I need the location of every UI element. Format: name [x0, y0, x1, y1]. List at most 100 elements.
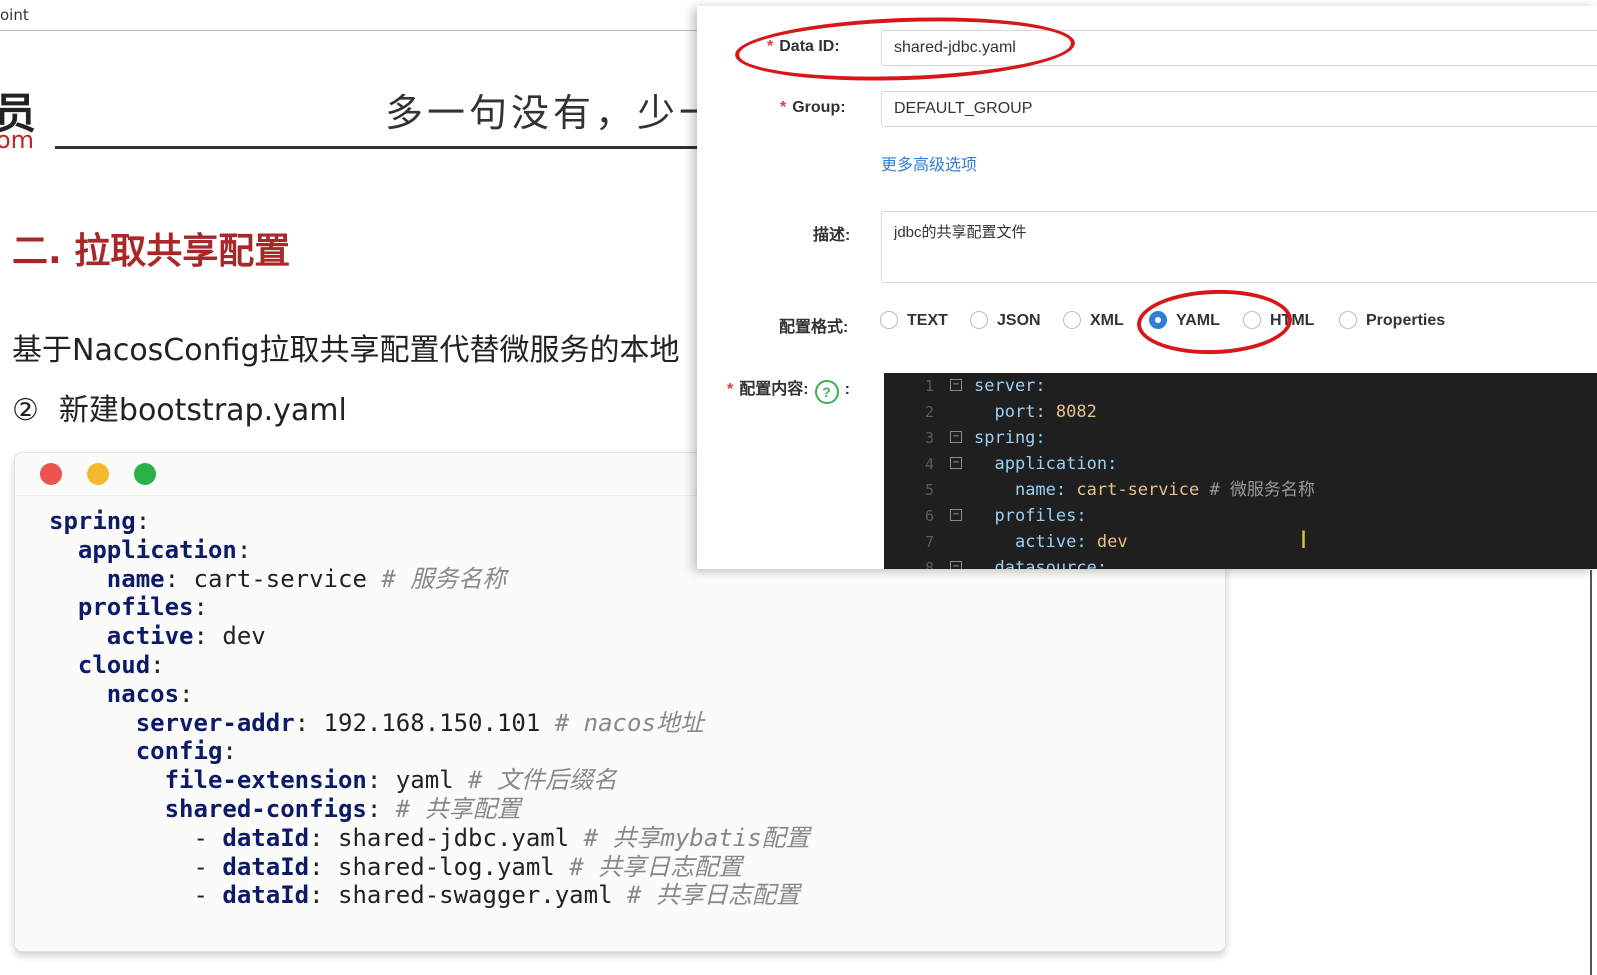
code-line: - dataId: shared-log.yaml # 共享日志配置 [49, 852, 743, 881]
code-line: application: [77, 535, 252, 564]
code-line: shared-configs: # 共享配置 [164, 794, 521, 823]
code-line: - dataId: shared-jdbc.yaml # 共享mybatis配置 [49, 823, 810, 852]
step-heading: ② 新建bootstrap.yaml [12, 385, 347, 429]
radio-circle-icon [880, 311, 898, 329]
code-key: application [77, 535, 237, 564]
description-textarea[interactable]: jdbc的共享配置文件 [881, 211, 1597, 283]
code-value: shared-log.yaml [323, 852, 570, 881]
code-key: profiles [77, 593, 194, 622]
help-icon[interactable]: ? [814, 380, 839, 404]
description-label: 描述: [813, 227, 851, 244]
step-number: ② [12, 393, 39, 428]
code-key: dataId [222, 881, 310, 910]
code-line: config: [135, 737, 237, 766]
config-content-editor[interactable]: 1− server: 2 port: 8082 3− spring: 4− applica… [884, 373, 1597, 569]
editor-line-number: 7 [924, 533, 934, 551]
fold-toggle-icon[interactable]: − [950, 379, 962, 391]
code-comment: # 共享mybatis配置 [583, 823, 810, 852]
editor-value: dev [1086, 532, 1128, 552]
code-key: active [106, 622, 194, 651]
editor-line: 5 name: cart-service # 微服务名称 [884, 477, 1597, 503]
code-value: shared-jdbc.yaml [323, 823, 584, 852]
editor-key: spring [974, 428, 1036, 448]
section-title: 二. 拉取共享配置 [12, 231, 291, 272]
fold-toggle-icon[interactable]: − [950, 431, 962, 443]
radio-circle-icon [970, 311, 988, 329]
app-title: oint [0, 6, 29, 24]
format-radio-properties[interactable]: Properties [1339, 311, 1445, 331]
editor-line: 8− datasource: [884, 555, 1597, 569]
editor-line-number: 2 [924, 403, 934, 421]
code-key: nacos [106, 679, 180, 708]
code-key: cloud [77, 650, 151, 679]
format-radio-xml[interactable]: XML [1063, 311, 1124, 331]
content-label: * 配置内容:?: [727, 375, 850, 404]
step-text: 新建bootstrap.yaml [58, 393, 347, 428]
top-divider [0, 30, 700, 31]
editor-line: 2 port: 8082 [884, 399, 1597, 425]
editor-key: server [974, 376, 1036, 396]
code-line: server-addr: 192.168.150.101 # nacos地址 [135, 708, 704, 737]
code-value: dev [207, 622, 266, 651]
editor-line: 6− profiles: [884, 503, 1597, 529]
editor-value: 8082 [1045, 402, 1097, 422]
code-key: spring [49, 507, 136, 535]
format-radio-text[interactable]: TEXT [880, 311, 948, 331]
editor-key: profiles [994, 506, 1077, 526]
code-key: server-addr [135, 708, 295, 737]
editor-key: port [994, 402, 1036, 422]
editor-line-number: 3 [924, 429, 934, 447]
code-value [381, 795, 395, 823]
editor-line: 1− server: [884, 373, 1597, 399]
code-value: shared-swagger.yaml [323, 881, 627, 910]
editor-line-number: 8 [924, 559, 934, 569]
logo-subtext: om [0, 126, 35, 154]
code-line: spring: [49, 507, 151, 535]
fold-toggle-icon[interactable]: − [950, 561, 962, 569]
close-dot-icon [40, 463, 62, 485]
header-divider [55, 146, 705, 149]
code-key: name [106, 564, 165, 593]
code-block: spring: application: name: cart-service … [49, 507, 810, 910]
code-comment: # 文件后缀名 [468, 766, 617, 795]
group-input[interactable]: DEFAULT_GROUP [881, 91, 1597, 127]
code-comment: # 共享日志配置 [569, 852, 743, 881]
code-comment: # 共享日志配置 [626, 881, 800, 910]
code-comment: # 服务名称 [381, 564, 507, 593]
code-line: nacos: [106, 679, 194, 708]
editor-key: datasource [994, 558, 1097, 569]
fold-toggle-icon[interactable]: − [950, 509, 962, 521]
code-key: dataId [222, 823, 310, 852]
text-cursor-icon: Ⅰ [1300, 526, 1308, 554]
slide-slogan: 多一句没有，少一 [385, 91, 722, 135]
editor-line-number: 6 [924, 507, 934, 525]
editor-line: 3− spring: [884, 425, 1597, 451]
more-options-link[interactable]: 更多高级选项 [881, 151, 977, 175]
code-line: cloud: [77, 650, 165, 679]
editor-comment: # 微服务名称 [1209, 480, 1315, 500]
editor-key: active [1014, 532, 1077, 552]
editor-key: application [994, 454, 1108, 474]
code-value: cart-service [179, 564, 382, 593]
editor-line-number: 1 [924, 377, 934, 395]
fold-toggle-icon[interactable]: − [950, 457, 962, 469]
maximize-dot-icon [134, 463, 156, 485]
code-comment: # 共享配置 [395, 794, 521, 823]
editor-line: 4− application: [884, 451, 1597, 477]
code-value: yaml [381, 766, 469, 795]
code-line: file-extension: yaml # 文件后缀名 [164, 766, 617, 795]
radio-circle-icon [1063, 311, 1081, 329]
code-key: dataId [222, 852, 310, 881]
editor-line-number: 4 [924, 455, 934, 473]
code-value: 192.168.150.101 [309, 708, 555, 737]
code-line: active: dev [106, 622, 266, 651]
slide-body-text: 基于NacosConfig拉取共享配置代替微服务的本地 [12, 333, 680, 368]
editor-value: cart-service [1066, 480, 1210, 500]
format-radio-json[interactable]: JSON [970, 311, 1041, 331]
code-line: - dataId: shared-swagger.yaml # 共享日志配置 [49, 881, 800, 910]
code-line: name: cart-service # 服务名称 [106, 564, 507, 593]
radio-circle-icon [1339, 311, 1357, 329]
format-label: 配置格式: [779, 319, 849, 336]
code-key: config [135, 737, 223, 766]
group-label: * Group: [780, 99, 846, 116]
